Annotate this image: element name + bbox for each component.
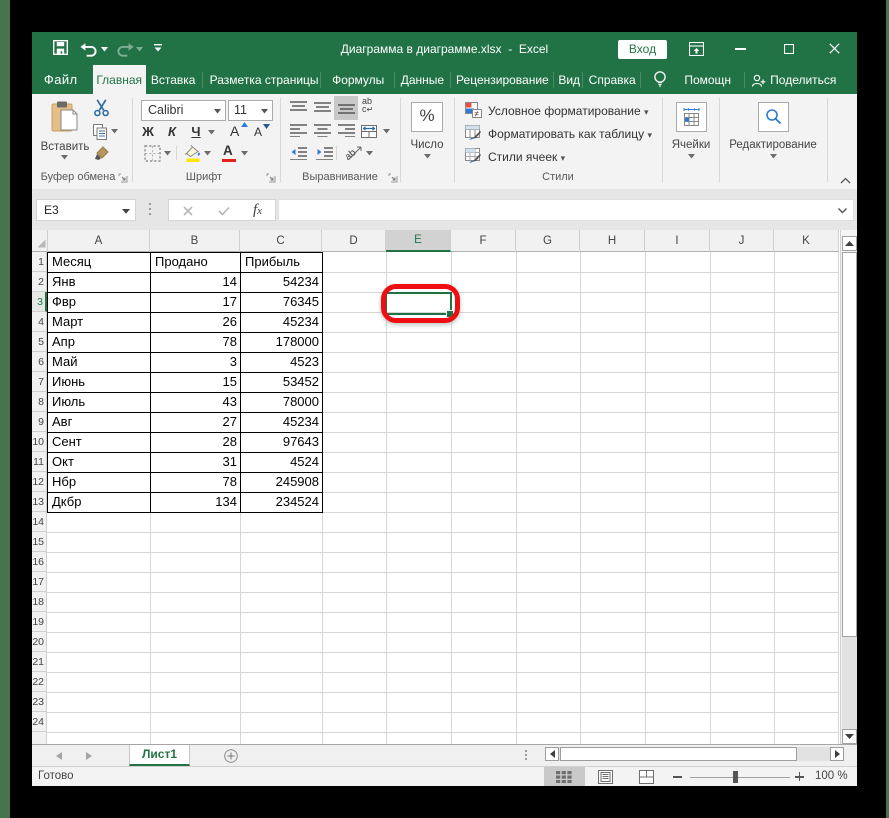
svg-text:ab: ab [346, 147, 359, 162]
svg-text:≠: ≠ [475, 110, 480, 119]
